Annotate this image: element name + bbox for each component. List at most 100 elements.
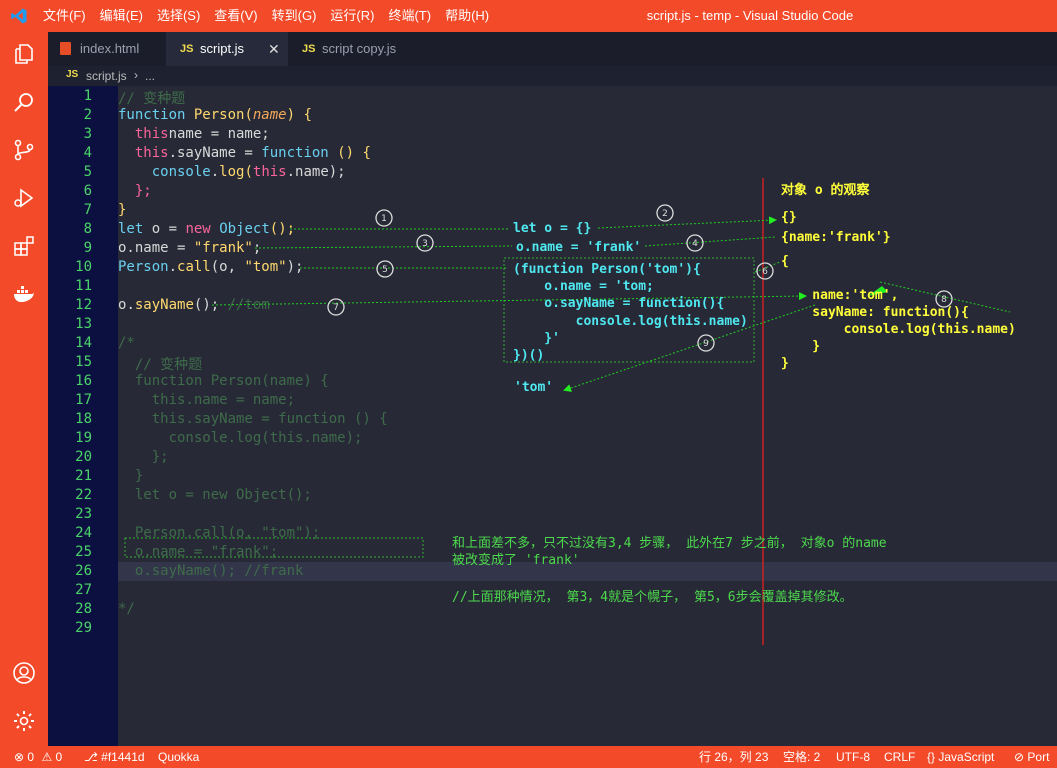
vscode-logo-icon — [11, 8, 27, 24]
js-icon: JS — [302, 43, 316, 55]
indentation[interactable]: 空格: 2 — [783, 746, 820, 768]
code-line-10: Person.call(o, "tom"); — [118, 259, 303, 275]
token: . — [168, 259, 178, 275]
code-line-26: o.sayName(); //frank — [118, 563, 304, 579]
breadcrumb: JS script.js › ... — [48, 66, 1057, 86]
warning-count: 0 — [55, 750, 63, 764]
code-line-5: console.log(this.name); — [118, 164, 346, 180]
token: this — [118, 145, 169, 161]
line-number: 27 — [75, 582, 92, 598]
activity-bar — [0, 32, 48, 746]
cursor-position[interactable]: 行 26，列 23 — [699, 746, 768, 768]
git-commit[interactable]: ⎇ #f1441d — [84, 746, 145, 768]
token: //tom — [227, 297, 270, 313]
tab-label: script copy.js — [322, 41, 397, 56]
chevron-right-icon: › — [134, 68, 138, 82]
menu-view[interactable]: 查看(V) — [214, 0, 257, 32]
token: . — [126, 297, 135, 313]
token: log — [219, 164, 245, 180]
token: name = name; — [168, 126, 270, 142]
token: sayName — [134, 297, 194, 313]
code-line-18: this.sayName = function () { — [118, 411, 388, 427]
docker-icon[interactable] — [12, 282, 36, 306]
token: function — [261, 145, 329, 161]
error-icon: ⊗ — [14, 750, 25, 764]
code-line-25: o.name = "frank"; — [118, 544, 279, 560]
menu-go[interactable]: 转到(G) — [272, 0, 317, 32]
line-number: 8 — [83, 221, 92, 237]
status-bar: ⊗ 0 ⚠ 0 ⎇ #f1441d Quokka 行 26，列 23 空格: 2… — [0, 746, 1057, 768]
explanation-note: 和上面差不多，只不过没有3,4 步骤， 此外在7 步之前， 对象o 的name … — [452, 536, 887, 568]
code-line-17: this.name = name; — [118, 392, 296, 408]
menu-file[interactable]: 文件(F) — [43, 0, 86, 32]
line-number: 7 — [83, 202, 92, 218]
menu-help[interactable]: 帮助(H) — [445, 0, 489, 32]
breadcrumb-file[interactable]: script.js — [86, 69, 127, 83]
token: .sayName = — [168, 145, 262, 161]
tab-script-copy-js[interactable]: JS script copy.js — [288, 32, 423, 66]
tab-index-html[interactable]: index.html — [48, 32, 166, 66]
explanation-note-2: //上面那种情况， 第3，4就是个幌子， 第5，6步会覆盖掉其修改。 — [452, 590, 853, 605]
menu-run[interactable]: 运行(R) — [330, 0, 374, 32]
encoding[interactable]: UTF-8 — [836, 746, 870, 768]
port-icon: ⊘ — [1014, 750, 1025, 764]
token: o.name = — [118, 240, 194, 256]
line-endings[interactable]: CRLF — [884, 746, 915, 768]
token: let — [118, 221, 144, 237]
line-number: 20 — [75, 449, 92, 465]
code-line-15: // 变种题 — [118, 357, 203, 373]
line-number: 14 — [75, 335, 92, 351]
token: console — [118, 164, 211, 180]
menu-selection[interactable]: 选择(S) — [157, 0, 200, 32]
token: this — [118, 126, 169, 142]
search-icon[interactable] — [12, 90, 36, 114]
code-line-24: Person.call(o, "tom"); — [118, 525, 321, 541]
line-number: 17 — [75, 392, 92, 408]
code-line-2: function Person(name) { — [118, 107, 312, 123]
files-icon[interactable] — [12, 42, 36, 66]
token: ( — [244, 164, 253, 180]
language-mode[interactable]: {} JavaScript — [927, 746, 994, 768]
code-line-22: let o = new Object(); — [118, 487, 312, 503]
extensions-icon[interactable] — [12, 234, 36, 258]
close-icon[interactable]: ✕ — [268, 32, 280, 66]
title-bar: 文件(F) 编辑(E) 选择(S) 查看(V) 转到(G) 运行(R) 终端(T… — [0, 0, 1057, 32]
menu-edit[interactable]: 编辑(E) — [100, 0, 143, 32]
line-number: 1 — [83, 88, 92, 104]
problems-indicator[interactable]: ⊗ 0 ⚠ 0 — [14, 746, 62, 768]
token: ) { — [286, 107, 312, 123]
code-line-3: thisname = name; — [118, 126, 270, 142]
account-icon[interactable] — [12, 661, 36, 685]
token: (); — [269, 221, 296, 237]
token: (o, — [210, 259, 245, 275]
code-line-7: } — [118, 202, 127, 218]
annotation-person-call: (function Person('tom'){ o.name = 'tom; … — [513, 262, 748, 364]
error-count: 0 — [27, 750, 35, 764]
port-status[interactable]: ⊘ Port — [1014, 746, 1049, 768]
settings-gear-icon[interactable] — [12, 709, 36, 733]
tab-label: index.html — [80, 41, 140, 56]
breadcrumb-symbol[interactable]: ... — [145, 69, 155, 83]
menu-bar: 文件(F) 编辑(E) 选择(S) 查看(V) 转到(G) 运行(R) 终端(T… — [43, 0, 503, 32]
tab-label: script.js — [200, 41, 245, 56]
token: ( — [244, 107, 253, 123]
menu-terminal[interactable]: 终端(T) — [388, 0, 431, 32]
token: "frank" — [193, 240, 253, 256]
tab-script-js[interactable]: JS script.js ✕ — [166, 32, 288, 66]
source-control-icon[interactable] — [12, 138, 36, 162]
object-observation-title: 对象 o 的观察 — [781, 183, 870, 198]
line-number: 22 — [75, 487, 92, 503]
quokka-status[interactable]: Quokka — [158, 746, 199, 768]
token: call — [177, 259, 211, 275]
run-debug-icon[interactable] — [12, 186, 36, 210]
line-number: 15 — [75, 354, 92, 370]
commit-label: #f1441d — [101, 750, 145, 764]
token: (); — [193, 297, 228, 313]
code-line-21: } — [118, 468, 144, 484]
js-icon: JS — [180, 43, 194, 55]
annotation-result-tom: 'tom' — [514, 380, 554, 395]
js-icon: JS — [66, 69, 79, 80]
tab-bar: index.html JS script.js ✕ JS script copy… — [48, 32, 1057, 66]
token: ); — [286, 259, 304, 275]
